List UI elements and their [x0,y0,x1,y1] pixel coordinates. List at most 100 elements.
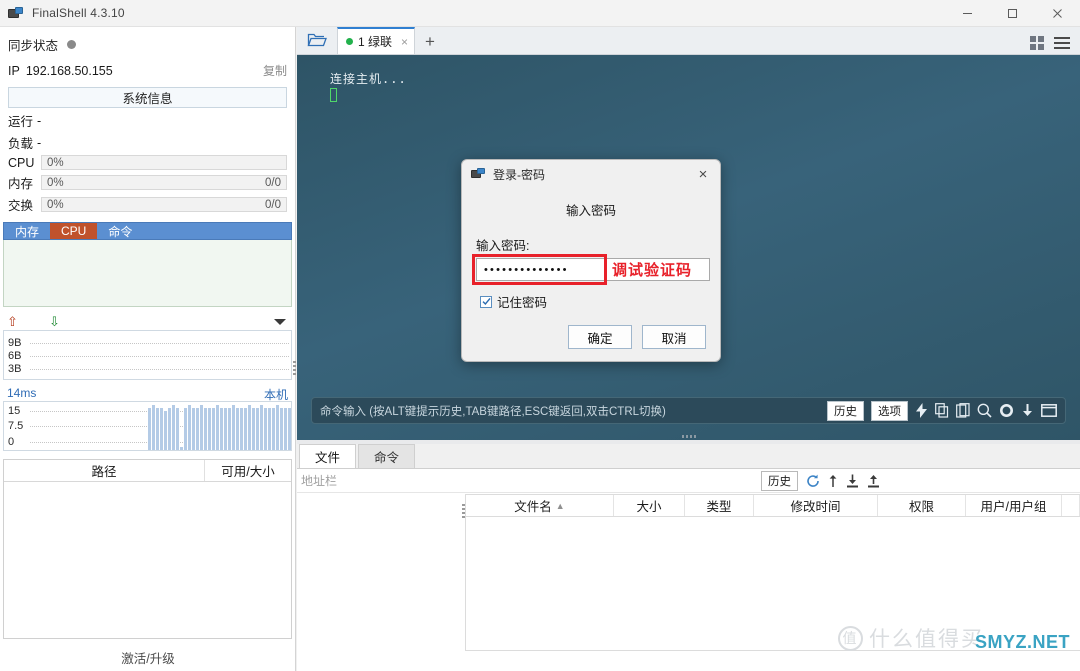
uptime-label: 运行 [8,115,34,129]
ip-value: 192.168.50.155 [25,63,113,78]
folder-open-icon[interactable] [297,26,337,54]
cpu-percent: 0% [47,156,64,169]
latency-bar [163,411,167,450]
file-list-container: 文件名 ▲ 大小 类型 修改时间 权限 用户/用户组 [465,494,1080,671]
command-input-placeholder: 命令输入 (按ALT键提示历史,TAB键路径,ESC键返回,双击CTRL切换) [320,405,666,418]
arrow-down-icon: ⇩ [49,314,60,329]
latency-bar [259,405,263,450]
copy-ip-button[interactable]: 复制 [263,62,287,79]
left-sidebar: 同步状态 IP 192.168.50.155 复制 系统信息 运行 - 负载 - … [0,27,296,671]
monitor-tabs: 内存 CPU 命令 [3,222,292,240]
terminal-history-button[interactable]: 历史 [827,400,864,421]
latency-bar [207,408,211,450]
search-icon[interactable] [977,403,992,418]
latency-bar [159,408,163,450]
address-bar-tools: 历史 [761,470,1080,491]
uptime-value: - [37,113,42,128]
latency-bar [239,408,243,450]
ip-address: IP 192.168.50.155 [8,64,113,78]
latency-bar [199,405,203,450]
remember-password-checkbox[interactable] [480,295,492,308]
latency-bar [147,408,151,450]
tab-commands[interactable]: 命令 [97,223,143,239]
upload-file-icon[interactable] [867,474,880,488]
file-history-button[interactable]: 历史 [761,470,798,491]
terminal-resize-grip[interactable] [681,435,696,438]
tab-memory[interactable]: 内存 [4,223,50,239]
column-available-size[interactable]: 可用/大小 [205,460,291,481]
tab-files[interactable]: 文件 [299,444,357,468]
cancel-button[interactable]: 取消 [642,325,706,349]
tab-command[interactable]: 命令 [358,444,416,468]
minimize-button[interactable] [945,0,990,27]
dialog-close-icon[interactable]: × [692,163,714,185]
latency-bar [171,405,175,450]
column-permissions[interactable]: 权限 [878,495,966,516]
column-type[interactable]: 类型 [685,495,754,516]
download-icon[interactable] [1021,403,1034,418]
address-input[interactable]: 地址栏 [297,472,337,489]
latency-bar [203,408,207,450]
terminal-options-button[interactable]: 选项 [871,400,908,421]
column-spacer [1062,495,1080,516]
latency-bar [235,408,239,450]
terminal-output-line: 连接主机... [330,72,407,86]
window-icon[interactable] [1041,404,1057,417]
tab-bar-actions [1030,36,1080,54]
connection-status-icon [346,38,353,45]
dialog-app-icon [471,168,485,180]
chevron-down-icon[interactable] [274,319,286,325]
column-path[interactable]: 路径 [4,460,205,481]
swap-detail: 0/0 [265,198,281,211]
column-size[interactable]: 大小 [614,495,685,516]
column-modified-time[interactable]: 修改时间 [754,495,878,516]
file-manager-panel: 文件 命令 地址栏 历史 文件名 ▲ 大小 类型 修改时间 权限 用户/用户组 [297,444,1080,671]
refresh-icon[interactable] [806,474,820,488]
latency-bar [155,408,159,450]
net-ytick-9b: 9B [8,337,22,349]
close-icon[interactable]: × [401,35,408,49]
grid-view-icon[interactable] [1030,36,1044,50]
app-logo-icon [8,6,23,20]
maximize-button[interactable] [990,0,1035,27]
new-tab-button[interactable]: + [415,32,445,54]
terminal-tab-1[interactable]: 1 绿联 × [337,27,416,54]
gear-icon[interactable] [999,403,1014,418]
latency-bar [179,447,183,450]
copy-icon[interactable] [935,403,949,418]
process-list-panel[interactable] [3,240,292,307]
sidebar-resize-handle[interactable] [293,361,296,375]
sort-ascending-icon: ▲ [555,500,565,511]
hamburger-menu-icon[interactable] [1054,37,1070,49]
paste-icon[interactable] [956,403,970,418]
lat-ytick-15: 15 [8,405,21,417]
column-filename[interactable]: 文件名 ▲ [466,495,614,516]
system-info-button[interactable]: 系统信息 [8,87,287,108]
confirm-button[interactable]: 确定 [568,325,632,349]
close-button[interactable] [1035,0,1080,27]
activate-upgrade-link[interactable]: 激活/升级 [0,648,296,667]
latency-bars [147,405,291,450]
latency-bar [284,408,288,450]
latency-bar [215,405,219,450]
sync-status-row: 同步状态 [0,27,295,56]
column-user-group[interactable]: 用户/用户组 [966,495,1062,516]
download-file-icon[interactable] [846,474,859,488]
ip-row: IP 192.168.50.155 复制 [0,56,295,82]
tab-cpu[interactable]: CPU [50,223,98,239]
command-input-bar[interactable]: 命令输入 (按ALT键提示历史,TAB键路径,ESC键返回,双击CTRL切换) … [311,397,1066,424]
remember-password-row[interactable]: 记住密码 [480,292,720,311]
lightning-icon[interactable] [915,403,928,418]
latency-bar [151,405,155,450]
latency-bar [288,408,291,450]
upload-icon[interactable] [828,474,838,488]
latency-bar [243,408,247,450]
latency-bar [271,408,275,450]
window-controls [945,0,1080,27]
latency-bar [227,408,231,450]
latency-bar [255,408,259,450]
swap-percent: 0% [47,198,64,211]
net-ytick-3b: 3B [8,363,22,375]
password-dialog: 登录-密码 × 输入密码 输入密码: •••••••••••••• 调试验证码 … [461,159,721,362]
file-table-rows[interactable] [465,517,1080,651]
